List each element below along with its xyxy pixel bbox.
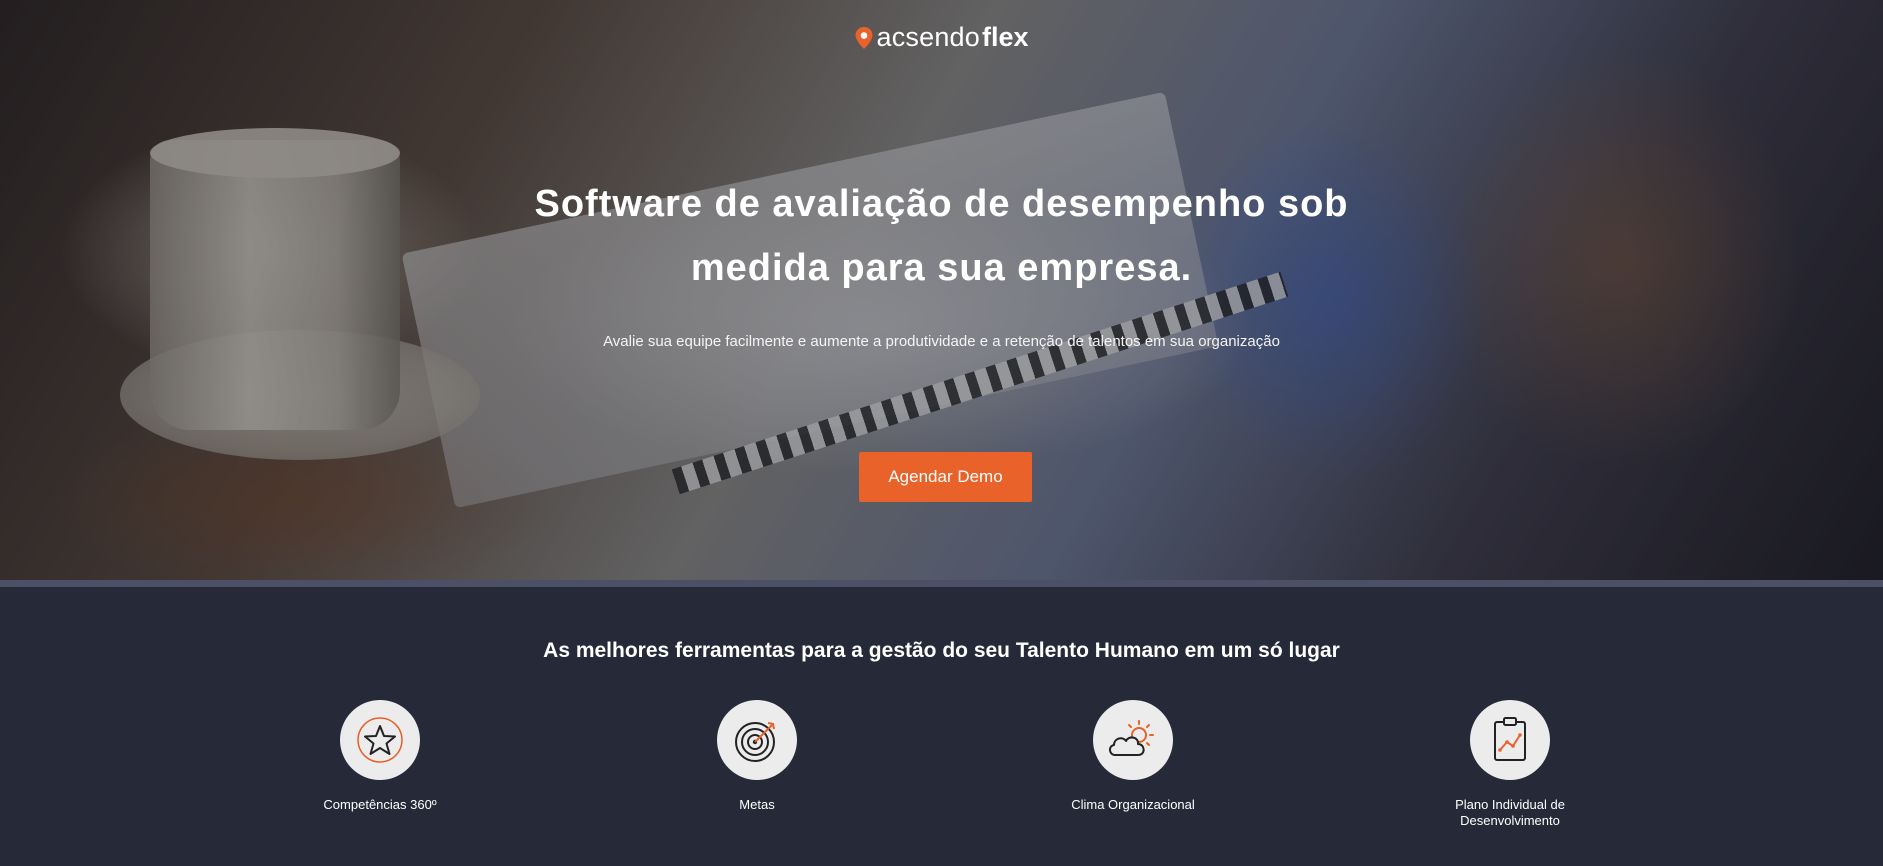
- hero-title: Software de avaliação de desempenho sob …: [0, 172, 1883, 300]
- feature-label-line1: Plano Individual de: [1455, 797, 1565, 812]
- hero-title-line1: Software de avaliação de desempenho sob: [534, 183, 1349, 225]
- location-pin-icon: [855, 26, 873, 49]
- hero-title-line2: medida para sua empresa.: [690, 247, 1193, 289]
- cloud-sun-icon: [1109, 720, 1154, 756]
- brand-name-light: acsendo: [876, 22, 980, 52]
- feature-label: Clima Organizacional: [1071, 797, 1195, 812]
- feature-item-competencias[interactable]: Competências 360º: [270, 700, 490, 813]
- feature-icon-circle: [1093, 700, 1173, 780]
- feature-label: Competências 360º: [323, 797, 437, 812]
- feature-label: Plano Individual de Desenvolvimento: [1400, 797, 1620, 829]
- schedule-demo-button[interactable]: Agendar Demo: [859, 452, 1032, 502]
- feature-item-metas[interactable]: Metas: [647, 700, 867, 813]
- section-divider: [0, 580, 1883, 587]
- feature-label: Metas: [739, 797, 775, 812]
- features-title: As melhores ferramentas para a gestão do…: [543, 639, 1340, 662]
- feature-item-pdi[interactable]: Plano Individual de Desenvolvimento: [1400, 700, 1620, 829]
- feature-item-clima[interactable]: Clima Organizacional: [1023, 700, 1243, 813]
- clipboard-chart-icon: [1494, 717, 1526, 761]
- star-icon: [357, 717, 403, 763]
- hero-subtitle: Avalie sua equipe facilmente e aumente a…: [603, 333, 1280, 350]
- features-section: As melhores ferramentas para a gestão do…: [0, 587, 1883, 866]
- brand-logo[interactable]: acsendo flex: [0, 22, 1883, 53]
- feature-icon-circle: [1470, 700, 1550, 780]
- feature-icon-circle: [340, 700, 420, 780]
- feature-label-line2: Desenvolvimento: [1460, 813, 1560, 828]
- brand-name-bold: flex: [981, 22, 1029, 52]
- feature-icon-circle: [717, 700, 797, 780]
- hero-section: acsendo flex Software de avaliação de des…: [0, 0, 1883, 580]
- target-icon: [735, 722, 775, 762]
